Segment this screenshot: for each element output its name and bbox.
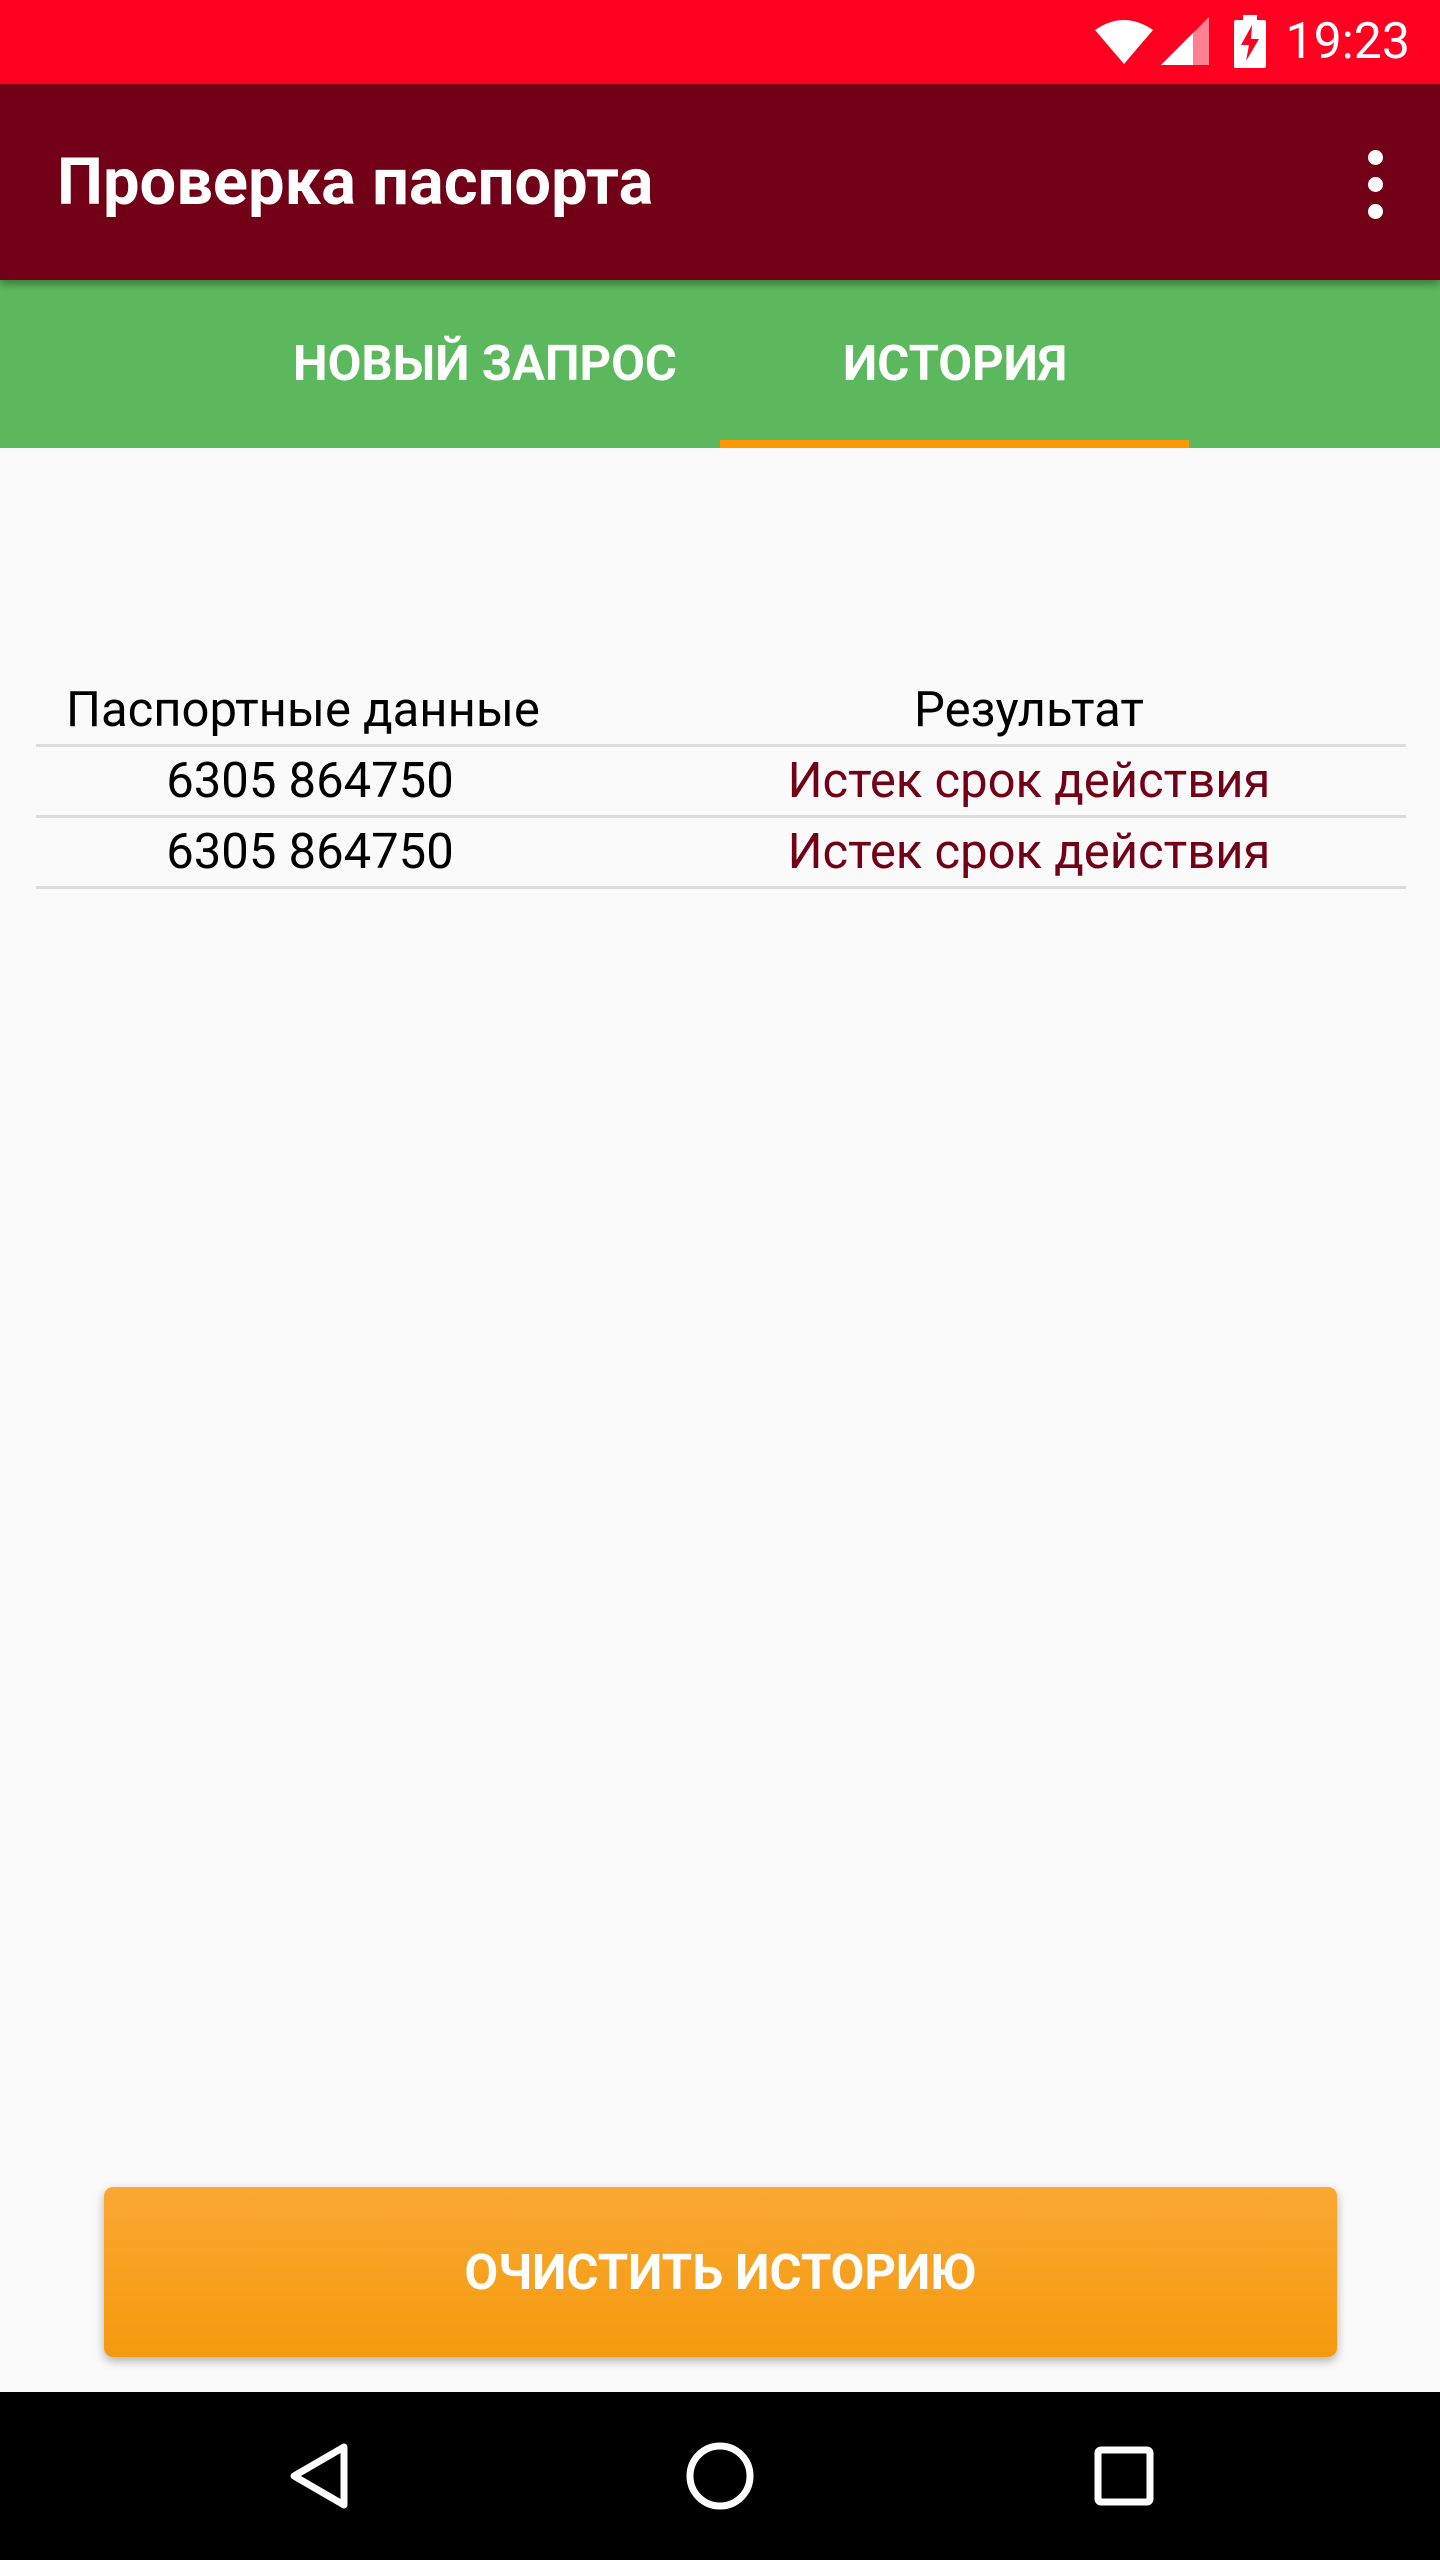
tab-history[interactable]: ИСТОРИЯ (720, 280, 1190, 448)
clear-history-button[interactable]: ОЧИСТИТЬ ИСТОРИЮ (104, 2187, 1337, 2357)
app-title: Проверка паспорта (57, 144, 654, 220)
table-row[interactable]: 6305 864750 Истек срок действия (36, 747, 1406, 818)
navigation-bar (0, 2392, 1440, 2560)
tab-bar: НОВЫЙ ЗАПРОС ИСТОРИЯ (0, 280, 1440, 448)
status-icons: 19:23 (1093, 0, 1410, 84)
signal-icon (1159, 17, 1211, 67)
table-header: Паспортные данные Результат (36, 676, 1406, 747)
row-passport: 6305 864750 (166, 823, 454, 880)
overflow-menu-icon[interactable] (1350, 144, 1402, 224)
status-time: 19:23 (1285, 13, 1410, 71)
app-bar: Проверка паспорта (0, 84, 1440, 280)
row-result: Истек срок действия (787, 823, 1271, 880)
row-passport: 6305 864750 (166, 752, 454, 809)
back-icon[interactable] (238, 2392, 398, 2560)
row-result: Истек срок действия (787, 752, 1271, 809)
battery-charging-icon (1233, 15, 1267, 69)
tab-selected-indicator (720, 440, 1189, 448)
home-icon[interactable] (640, 2392, 800, 2560)
table-row[interactable]: 6305 864750 Истек срок действия (36, 818, 1406, 889)
status-bar: 19:23 (0, 0, 1440, 84)
tab-new-request[interactable]: НОВЫЙ ЗАПРОС (250, 280, 720, 448)
wifi-icon (1093, 18, 1155, 66)
header-result: Результат (914, 681, 1144, 738)
header-passport-data: Паспортные данные (66, 681, 540, 738)
history-table: Паспортные данные Результат 6305 864750 … (36, 676, 1406, 889)
recents-icon[interactable] (1044, 2392, 1204, 2560)
